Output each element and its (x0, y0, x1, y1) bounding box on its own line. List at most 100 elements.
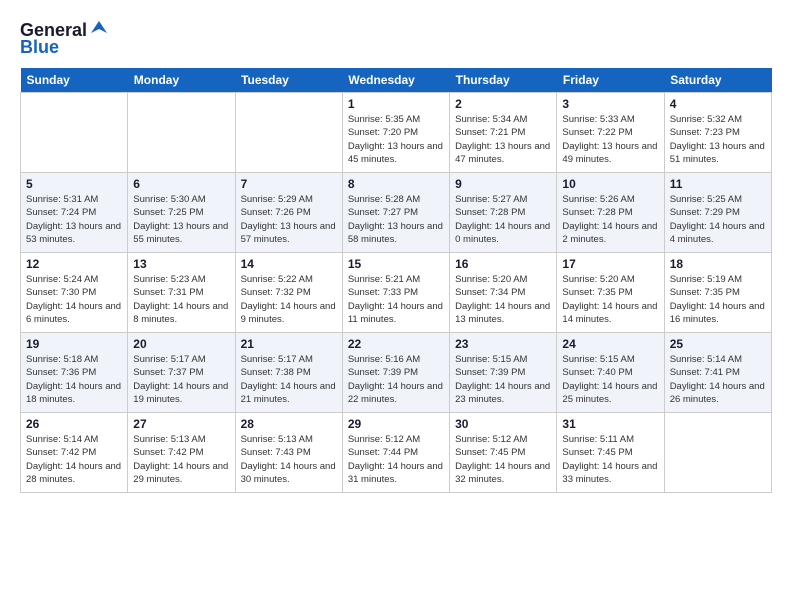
day-number: 18 (670, 257, 766, 271)
calendar-cell: 6 Sunrise: 5:30 AMSunset: 7:25 PMDaylight… (128, 173, 235, 253)
day-info: Sunrise: 5:24 AMSunset: 7:30 PMDaylight:… (26, 273, 122, 326)
calendar-cell: 18 Sunrise: 5:19 AMSunset: 7:35 PMDayligh… (664, 253, 771, 333)
day-info: Sunrise: 5:20 AMSunset: 7:35 PMDaylight:… (562, 273, 658, 326)
day-info: Sunrise: 5:16 AMSunset: 7:39 PMDaylight:… (348, 353, 444, 406)
day-info: Sunrise: 5:26 AMSunset: 7:28 PMDaylight:… (562, 193, 658, 246)
day-info: Sunrise: 5:21 AMSunset: 7:33 PMDaylight:… (348, 273, 444, 326)
calendar-cell: 22 Sunrise: 5:16 AMSunset: 7:39 PMDayligh… (342, 333, 449, 413)
calendar-week-row: 26Sunrise: 5:14 AMSunset: 7:42 PMDayligh… (21, 413, 772, 493)
day-number: 23 (455, 337, 551, 351)
calendar-cell: 20 Sunrise: 5:17 AMSunset: 7:37 PMDayligh… (128, 333, 235, 413)
calendar-cell (235, 93, 342, 173)
day-info: Sunrise: 5:34 AMSunset: 7:21 PMDaylight:… (455, 113, 551, 166)
day-info: Sunrise: 5:14 AMSunset: 7:41 PMDaylight:… (670, 353, 766, 406)
day-number: 14 (241, 257, 337, 271)
calendar-cell: 14 Sunrise: 5:22 AMSunset: 7:32 PMDayligh… (235, 253, 342, 333)
day-number: 13 (133, 257, 229, 271)
day-info: Sunrise: 5:13 AMSunset: 7:43 PMDaylight:… (241, 433, 337, 486)
day-number: 28 (241, 417, 337, 431)
page-header: General Blue (20, 20, 772, 58)
day-header-sunday: Sunday (21, 68, 128, 93)
day-info: Sunrise: 5:19 AMSunset: 7:35 PMDaylight:… (670, 273, 766, 326)
calendar-cell: 15Sunrise: 5:21 AMSunset: 7:33 PMDayligh… (342, 253, 449, 333)
day-info: Sunrise: 5:17 AMSunset: 7:37 PMDaylight:… (133, 353, 229, 406)
calendar-week-row: 19 Sunrise: 5:18 AMSunset: 7:36 PMDayligh… (21, 333, 772, 413)
day-number: 5 (26, 177, 122, 191)
logo-bird-icon (89, 19, 109, 39)
day-header-monday: Monday (128, 68, 235, 93)
day-info: Sunrise: 5:15 AMSunset: 7:40 PMDaylight:… (562, 353, 658, 406)
day-info: Sunrise: 5:23 AMSunset: 7:31 PMDaylight:… (133, 273, 229, 326)
day-number: 19 (26, 337, 122, 351)
day-number: 27 (133, 417, 229, 431)
day-number: 1 (348, 97, 444, 111)
day-number: 8 (348, 177, 444, 191)
calendar-cell: 23 Sunrise: 5:15 AMSunset: 7:39 PMDayligh… (450, 333, 557, 413)
calendar-cell: 10 Sunrise: 5:26 AMSunset: 7:28 PMDayligh… (557, 173, 664, 253)
logo: General Blue (20, 20, 109, 58)
day-number: 31 (562, 417, 658, 431)
day-number: 2 (455, 97, 551, 111)
day-info: Sunrise: 5:12 AMSunset: 7:45 PMDaylight:… (455, 433, 551, 486)
day-number: 4 (670, 97, 766, 111)
day-number: 30 (455, 417, 551, 431)
calendar-cell: 26Sunrise: 5:14 AMSunset: 7:42 PMDayligh… (21, 413, 128, 493)
calendar-week-row: 12 Sunrise: 5:24 AMSunset: 7:30 PMDayligh… (21, 253, 772, 333)
calendar-cell: 5Sunrise: 5:31 AMSunset: 7:24 PMDaylight… (21, 173, 128, 253)
day-info: Sunrise: 5:15 AMSunset: 7:39 PMDaylight:… (455, 353, 551, 406)
calendar-cell: 16Sunrise: 5:20 AMSunset: 7:34 PMDayligh… (450, 253, 557, 333)
calendar-cell: 12 Sunrise: 5:24 AMSunset: 7:30 PMDayligh… (21, 253, 128, 333)
calendar-cell: 29 Sunrise: 5:12 AMSunset: 7:44 PMDayligh… (342, 413, 449, 493)
day-info: Sunrise: 5:11 AMSunset: 7:45 PMDaylight:… (562, 433, 658, 486)
days-header-row: SundayMondayTuesdayWednesdayThursdayFrid… (21, 68, 772, 93)
day-header-wednesday: Wednesday (342, 68, 449, 93)
calendar-cell: 25Sunrise: 5:14 AMSunset: 7:41 PMDayligh… (664, 333, 771, 413)
calendar-cell: 31 Sunrise: 5:11 AMSunset: 7:45 PMDayligh… (557, 413, 664, 493)
day-info: Sunrise: 5:12 AMSunset: 7:44 PMDaylight:… (348, 433, 444, 486)
calendar-cell: 19 Sunrise: 5:18 AMSunset: 7:36 PMDayligh… (21, 333, 128, 413)
calendar-week-row: 1 Sunrise: 5:35 AMSunset: 7:20 PMDaylight… (21, 93, 772, 173)
calendar-cell: 28 Sunrise: 5:13 AMSunset: 7:43 PMDayligh… (235, 413, 342, 493)
day-number: 29 (348, 417, 444, 431)
day-number: 9 (455, 177, 551, 191)
calendar-cell: 2 Sunrise: 5:34 AMSunset: 7:21 PMDaylight… (450, 93, 557, 173)
calendar-cell: 11Sunrise: 5:25 AMSunset: 7:29 PMDayligh… (664, 173, 771, 253)
calendar-cell: 30 Sunrise: 5:12 AMSunset: 7:45 PMDayligh… (450, 413, 557, 493)
day-number: 22 (348, 337, 444, 351)
day-info: Sunrise: 5:18 AMSunset: 7:36 PMDaylight:… (26, 353, 122, 406)
calendar-cell: 3Sunrise: 5:33 AMSunset: 7:22 PMDaylight… (557, 93, 664, 173)
calendar-cell: 9 Sunrise: 5:27 AMSunset: 7:28 PMDaylight… (450, 173, 557, 253)
day-number: 17 (562, 257, 658, 271)
day-header-saturday: Saturday (664, 68, 771, 93)
day-info: Sunrise: 5:30 AMSunset: 7:25 PMDaylight:… (133, 193, 229, 246)
logo-blue-text: Blue (20, 37, 59, 58)
calendar-cell (128, 93, 235, 173)
day-info: Sunrise: 5:32 AMSunset: 7:23 PMDaylight:… (670, 113, 766, 166)
day-number: 26 (26, 417, 122, 431)
day-header-friday: Friday (557, 68, 664, 93)
day-number: 7 (241, 177, 337, 191)
day-number: 6 (133, 177, 229, 191)
calendar-cell: 13 Sunrise: 5:23 AMSunset: 7:31 PMDayligh… (128, 253, 235, 333)
day-header-thursday: Thursday (450, 68, 557, 93)
day-number: 20 (133, 337, 229, 351)
day-info: Sunrise: 5:13 AMSunset: 7:42 PMDaylight:… (133, 433, 229, 486)
day-info: Sunrise: 5:22 AMSunset: 7:32 PMDaylight:… (241, 273, 337, 326)
day-info: Sunrise: 5:20 AMSunset: 7:34 PMDaylight:… (455, 273, 551, 326)
calendar-cell: 17 Sunrise: 5:20 AMSunset: 7:35 PMDayligh… (557, 253, 664, 333)
day-info: Sunrise: 5:27 AMSunset: 7:28 PMDaylight:… (455, 193, 551, 246)
calendar-cell: 4 Sunrise: 5:32 AMSunset: 7:23 PMDaylight… (664, 93, 771, 173)
day-info: Sunrise: 5:33 AMSunset: 7:22 PMDaylight:… (562, 113, 658, 166)
calendar-cell: 21Sunrise: 5:17 AMSunset: 7:38 PMDayligh… (235, 333, 342, 413)
day-number: 24 (562, 337, 658, 351)
day-info: Sunrise: 5:35 AMSunset: 7:20 PMDaylight:… (348, 113, 444, 166)
calendar-cell: 27 Sunrise: 5:13 AMSunset: 7:42 PMDayligh… (128, 413, 235, 493)
day-number: 12 (26, 257, 122, 271)
calendar-cell: 7Sunrise: 5:29 AMSunset: 7:26 PMDaylight… (235, 173, 342, 253)
day-info: Sunrise: 5:28 AMSunset: 7:27 PMDaylight:… (348, 193, 444, 246)
day-number: 11 (670, 177, 766, 191)
calendar-table: SundayMondayTuesdayWednesdayThursdayFrid… (20, 68, 772, 493)
calendar-cell: 8 Sunrise: 5:28 AMSunset: 7:27 PMDaylight… (342, 173, 449, 253)
calendar-cell: 24 Sunrise: 5:15 AMSunset: 7:40 PMDayligh… (557, 333, 664, 413)
day-number: 10 (562, 177, 658, 191)
